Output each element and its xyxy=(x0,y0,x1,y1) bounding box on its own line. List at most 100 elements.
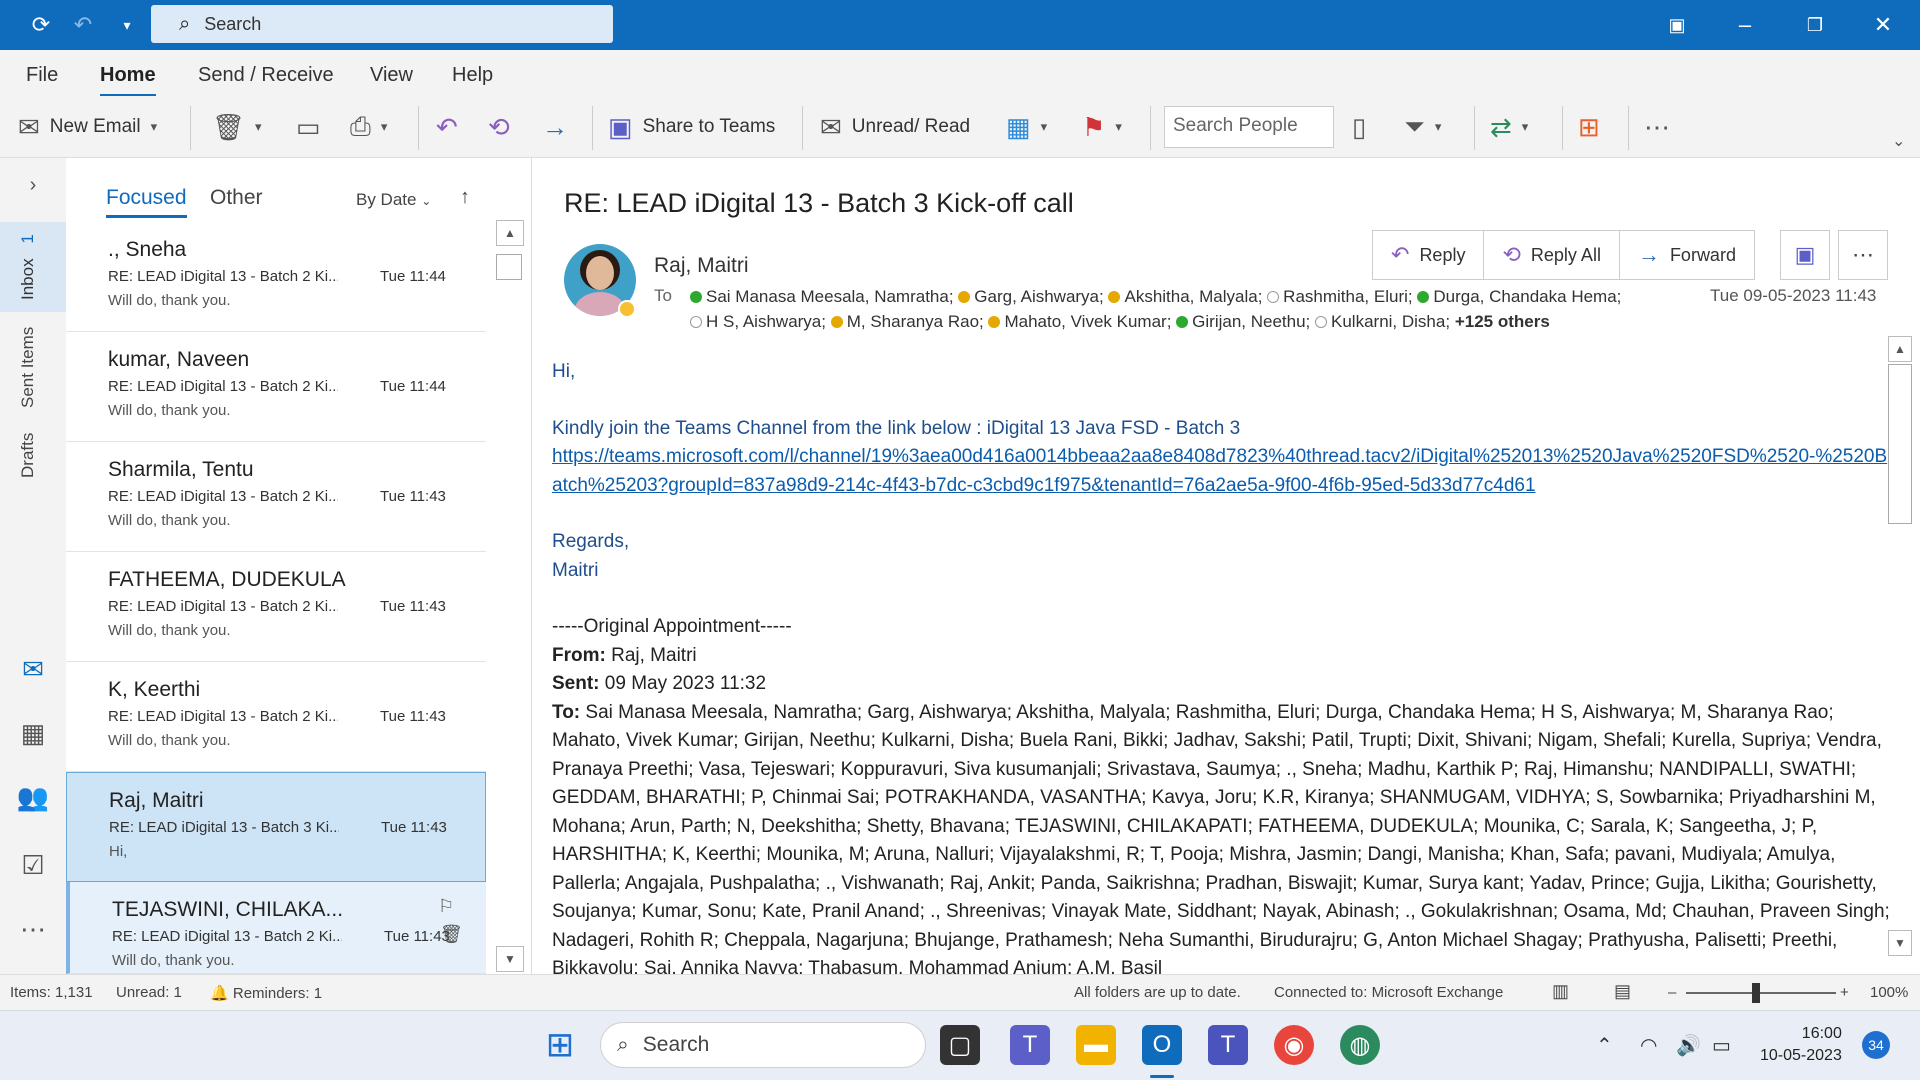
sender-name[interactable]: Raj, Maitri xyxy=(654,254,749,278)
wifi-icon[interactable]: ◠ xyxy=(1640,1033,1657,1058)
reading-view-icon[interactable]: ▤ xyxy=(1614,981,1631,1002)
more-actions-button[interactable]: ⋯ xyxy=(1838,230,1888,280)
teams-channel-link[interactable]: https://teams.microsoft.com/l/channel/19… xyxy=(552,443,1892,500)
minimize-icon[interactable]: – xyxy=(1730,10,1760,40)
chevron-down-icon[interactable]: ▾ xyxy=(1041,119,1048,135)
mail-icon[interactable]: ✉ xyxy=(16,654,50,685)
zoom-out-icon[interactable]: – xyxy=(1668,984,1676,1001)
sort-by-date-button[interactable]: By Date ⌄ xyxy=(356,190,431,210)
archive-button[interactable]: ▭ xyxy=(296,108,321,146)
reply-all-button[interactable]: ⟲ Reply All xyxy=(1484,231,1620,279)
normal-view-icon[interactable]: ▥ xyxy=(1552,981,1569,1002)
reply-button[interactable]: ↶ Reply xyxy=(1373,231,1485,279)
apps-button[interactable]: ⊞ xyxy=(1578,108,1600,146)
chevron-down-icon[interactable]: ▾ xyxy=(151,119,158,135)
reply-toolbar-button[interactable]: ↶ xyxy=(436,108,458,146)
title-search-box[interactable]: ⌕ Search xyxy=(151,5,613,43)
recipient[interactable]: Kulkarni, Disha; xyxy=(1315,312,1450,331)
recipient[interactable]: H S, Aishwarya; xyxy=(690,312,826,331)
search-people-input[interactable]: Search People xyxy=(1164,106,1334,148)
flag-button[interactable]: ⚑ ▾ xyxy=(1082,108,1122,146)
categorize-button[interactable]: ▦ ▾ xyxy=(1006,108,1047,146)
tab-help[interactable]: Help xyxy=(452,64,493,87)
notification-badge[interactable]: 34 xyxy=(1862,1031,1890,1059)
file-explorer-icon[interactable]: ▬ xyxy=(1076,1025,1116,1065)
recipient[interactable]: M, Sharanya Rao; xyxy=(830,312,984,331)
recipient[interactable]: Durga, Chandaka Hema; xyxy=(1417,287,1621,306)
list-item[interactable]: kumar, Naveen RE: LEAD iDigital 13 - Bat… xyxy=(66,332,486,442)
filter-email-button[interactable]: ⏷ ▾ xyxy=(1404,108,1441,146)
scroll-down-arrow-icon[interactable]: ▼ xyxy=(496,946,524,972)
sync-icon[interactable]: ⟳ xyxy=(26,10,56,40)
scroll-thumb[interactable] xyxy=(1888,364,1912,524)
tab-home[interactable]: Home xyxy=(100,64,156,97)
trash-icon[interactable]: 🗑 xyxy=(440,924,463,945)
chevron-down-icon[interactable]: ▾ xyxy=(1435,119,1442,135)
share-to-teams-button[interactable]: ▣ Share to Teams xyxy=(608,108,775,146)
tab-other[interactable]: Other xyxy=(210,186,263,210)
coming-soon-icon[interactable]: ▣ xyxy=(1662,10,1692,40)
chevron-down-icon[interactable]: ▾ xyxy=(381,119,388,135)
more-recipients-link[interactable]: +125 others xyxy=(1455,312,1550,331)
folder-inbox[interactable]: Inbox 1 xyxy=(18,234,38,300)
tab-send-receive[interactable]: Send / Receive xyxy=(198,64,334,87)
tasks-icon[interactable]: ☑ xyxy=(16,850,50,881)
scroll-thumb[interactable] xyxy=(496,254,522,280)
recipient[interactable]: Girijan, Neethu; xyxy=(1176,312,1310,331)
teams-icon[interactable]: T xyxy=(1208,1025,1248,1065)
calendar-icon[interactable]: ▦ xyxy=(16,718,50,749)
undo-icon[interactable]: ↶ xyxy=(68,10,98,40)
vpn-app-icon[interactable]: ◍ xyxy=(1340,1025,1380,1065)
reading-pane-scrollbar[interactable]: ▲ ▼ xyxy=(1888,336,1914,956)
restore-icon[interactable]: ❐ xyxy=(1800,10,1830,40)
people-icon[interactable]: 👥 xyxy=(16,782,50,813)
chevron-down-icon[interactable]: ▾ xyxy=(255,119,262,135)
teams-chat-icon[interactable]: T xyxy=(1010,1025,1050,1065)
tab-file[interactable]: File xyxy=(26,64,58,87)
recipient[interactable]: Garg, Aishwarya; xyxy=(958,287,1104,306)
recipient[interactable]: Sai Manasa Meesala, Namratha; xyxy=(690,287,954,306)
recipient[interactable]: Mahato, Vivek Kumar; xyxy=(988,312,1171,331)
zoom-in-icon[interactable]: + xyxy=(1840,984,1849,1001)
delete-button[interactable]: 🗑 ▾ xyxy=(212,108,262,146)
more-apps-icon[interactable]: ⋯ xyxy=(16,914,50,945)
chevron-down-icon[interactable]: ▾ xyxy=(1522,119,1529,135)
windows-start-icon[interactable]: ⊞ xyxy=(540,1025,580,1065)
zoom-level[interactable]: 100% xyxy=(1870,984,1908,1001)
scroll-down-arrow-icon[interactable]: ▼ xyxy=(1888,930,1912,956)
list-item[interactable]: ., Sneha RE: LEAD iDigital 13 - Batch 2 … xyxy=(66,222,486,332)
ribbon-expand-button[interactable]: ⌄ xyxy=(1892,122,1905,160)
tab-view[interactable]: View xyxy=(370,64,413,87)
scroll-up-arrow-icon[interactable]: ▲ xyxy=(496,220,524,246)
chevron-up-icon[interactable]: ⌃ xyxy=(1596,1033,1613,1058)
list-item[interactable]: TEJASWINI, CHILAKA... RE: LEAD iDigital … xyxy=(66,882,486,974)
chevron-down-icon[interactable]: ▾ xyxy=(1115,119,1122,135)
forward-button[interactable]: → Forward xyxy=(1620,231,1754,279)
close-icon[interactable]: ✕ xyxy=(1868,10,1898,40)
reply-all-toolbar-button[interactable]: ⟲ xyxy=(488,108,510,146)
volume-icon[interactable]: 🔊 xyxy=(1676,1033,1701,1058)
task-view-icon[interactable]: ▢ xyxy=(940,1025,980,1065)
recipient[interactable]: Rashmitha, Eluri; xyxy=(1267,287,1413,306)
move-button[interactable]: ⎙ ▾ xyxy=(350,108,387,146)
list-item[interactable]: Sharmila, Tentu RE: LEAD iDigital 13 - B… xyxy=(66,442,486,552)
reminders-button[interactable]: 🔔 Reminders: 1 xyxy=(210,984,322,1002)
forward-toolbar-button[interactable]: → xyxy=(542,108,568,146)
list-item[interactable]: FATHEEMA, DUDEKULA RE: LEAD iDigital 13 … xyxy=(66,552,486,662)
recipient[interactable]: Akshitha, Malyala; xyxy=(1108,287,1262,306)
outlook-icon[interactable]: O xyxy=(1142,1025,1182,1065)
teams-chat-button[interactable]: ▣ xyxy=(1780,230,1830,280)
message-list-scrollbar[interactable]: ▲ ▼ xyxy=(496,220,526,972)
unread-read-button[interactable]: ✉ Unread/ Read xyxy=(820,108,970,146)
zoom-slider[interactable] xyxy=(1686,992,1836,994)
scroll-up-arrow-icon[interactable]: ▲ xyxy=(1888,336,1912,362)
flag-icon[interactable]: ⚐ xyxy=(438,896,454,917)
zoom-slider-thumb[interactable] xyxy=(1752,983,1760,1003)
list-item[interactable]: K, Keerthi RE: LEAD iDigital 13 - Batch … xyxy=(66,662,486,772)
taskbar-search[interactable]: ⌕ Search xyxy=(600,1022,926,1068)
folder-drafts[interactable]: Drafts xyxy=(18,433,38,478)
chrome-icon[interactable]: ◉ xyxy=(1274,1025,1314,1065)
battery-icon[interactable]: ▭ xyxy=(1712,1033,1731,1058)
sort-direction-icon[interactable]: ↑ xyxy=(460,186,470,209)
expand-folder-pane-icon[interactable]: › xyxy=(16,174,50,197)
